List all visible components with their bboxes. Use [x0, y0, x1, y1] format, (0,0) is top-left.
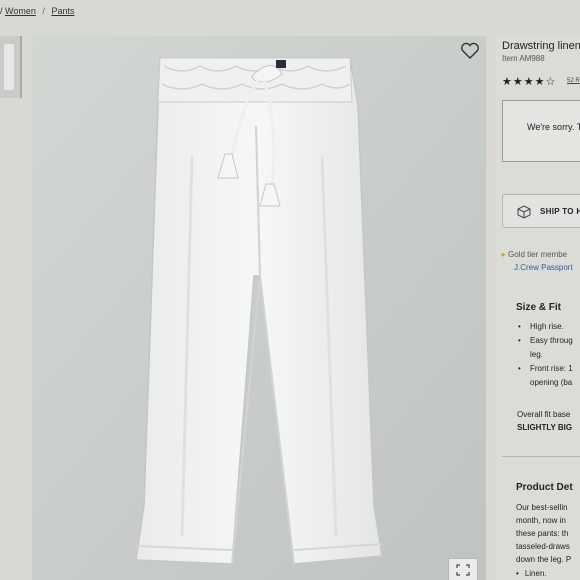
material-item: Linen.: [516, 569, 547, 578]
unavailable-notice: We're sorry. T: [502, 100, 580, 162]
product-details-heading: Product Det: [516, 482, 573, 493]
unavailable-text: We're sorry. T: [527, 122, 580, 132]
location-pin-icon: ●: [500, 250, 506, 259]
breadcrumb-pants[interactable]: Pants: [51, 6, 74, 16]
gold-tier-message: ● Gold tier membe J.Crew Passport: [498, 248, 573, 274]
thumbnail-strip: [0, 36, 22, 580]
list-item: Front rise: 1opening (ba: [516, 362, 573, 390]
rating-stars[interactable]: ★★★★☆: [502, 75, 556, 88]
wishlist-button[interactable]: [460, 42, 480, 60]
overall-fit: Overall fit base SLIGHTLY BIG: [517, 408, 572, 434]
divider: [502, 456, 580, 457]
size-fit-heading: Size & Fit: [516, 302, 562, 313]
thumbnail[interactable]: [0, 36, 22, 98]
heart-icon: [461, 42, 479, 59]
reviews-link[interactable]: 52 R: [567, 78, 580, 84]
box-icon: [517, 205, 531, 219]
ship-to-home-option[interactable]: SHIP TO H: [502, 194, 580, 228]
product-info-panel: Drawstring linen Item AM988 ★★★★☆ 52 R W…: [496, 36, 580, 580]
breadcrumb-separator: /: [42, 6, 45, 16]
list-item: High rise.: [516, 320, 573, 334]
ship-label: SHIP TO H: [540, 207, 580, 216]
list-item: Easy througleg.: [516, 334, 573, 362]
overall-fit-value: SLIGHTLY BIG: [517, 423, 573, 432]
overall-fit-label: Overall fit base: [517, 410, 571, 419]
gold-line1: Gold tier membe: [508, 250, 568, 259]
item-number: Item AM988: [502, 54, 545, 63]
product-image: [32, 36, 486, 580]
passport-link[interactable]: J.Crew Passport: [498, 261, 573, 274]
product-photo-pants: [32, 36, 486, 580]
product-details-text: Our best-sellin month, now in these pant…: [516, 503, 572, 564]
size-fit-list: High rise. Easy througleg. Front rise: 1…: [516, 320, 573, 390]
breadcrumb-separator: /: [0, 6, 3, 16]
breadcrumb-women[interactable]: Women: [5, 6, 36, 16]
breadcrumb: / Women / Pants: [0, 6, 74, 16]
expand-button[interactable]: [448, 558, 478, 580]
product-title: Drawstring linen: [502, 40, 580, 52]
expand-icon: [456, 564, 470, 576]
